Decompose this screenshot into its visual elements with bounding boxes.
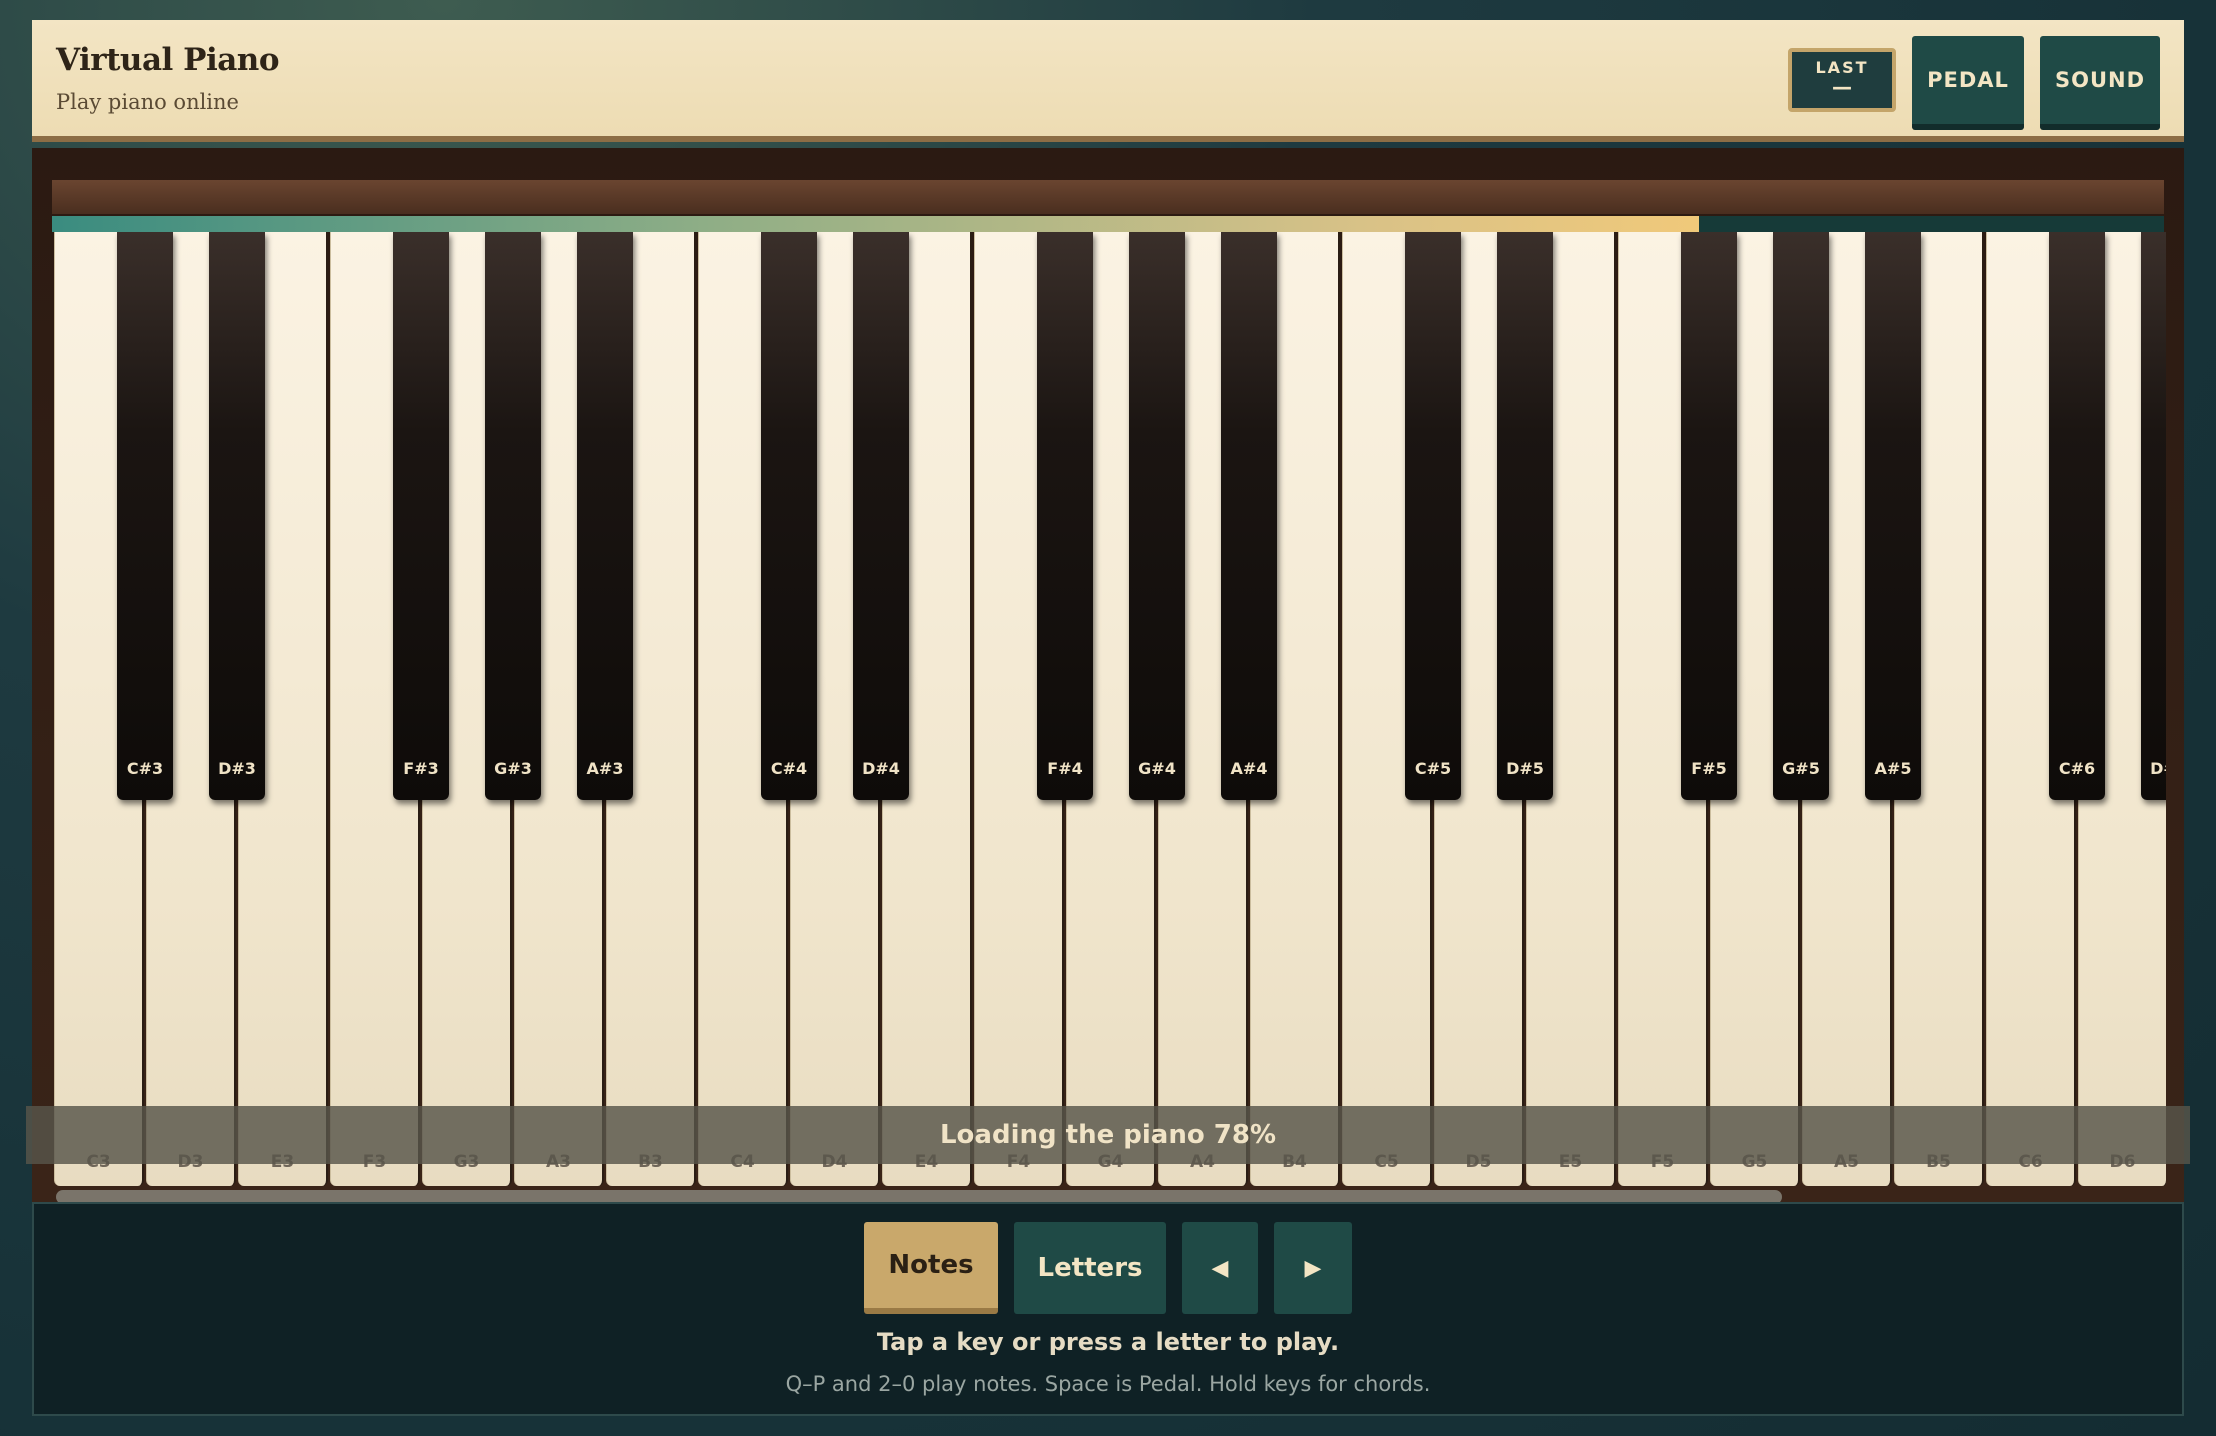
black-key-f-sharp5[interactable]: F#5 — [1681, 232, 1737, 800]
piano-keyboard: C3D3E3F3G3A3B3C4D4E4F4G4A4B4C5D5E5F5G5A5… — [54, 232, 2166, 1186]
black-key-a-sharp3[interactable]: A#3 — [577, 232, 633, 800]
sound-button[interactable]: SOUND — [2040, 36, 2160, 130]
next-octave-button[interactable]: ▶ — [1274, 1222, 1352, 1314]
app-window: Virtual Piano Play piano online LAST — P… — [26, 20, 2190, 1416]
black-key-label: G#4 — [1138, 759, 1176, 778]
black-key-f-sharp4[interactable]: F#4 — [1037, 232, 1093, 800]
black-key-label: C#3 — [126, 759, 164, 778]
chevron-left-icon: ◀ — [1211, 1255, 1229, 1281]
black-key-label: D#3 — [218, 759, 256, 778]
black-key-g-sharp3[interactable]: G#3 — [485, 232, 541, 800]
black-key-f-sharp3[interactable]: F#3 — [393, 232, 449, 800]
piano-rail — [52, 180, 2164, 214]
black-key-label: A#5 — [1874, 759, 1912, 778]
chevron-right-icon: ▶ — [1304, 1255, 1322, 1281]
black-key-label: F#4 — [1047, 759, 1083, 778]
page-subtitle: Play piano online — [56, 90, 239, 114]
black-key-label: G#5 — [1782, 759, 1820, 778]
black-key-d-sharp6[interactable]: D#6 — [2141, 232, 2166, 800]
black-key-label: F#3 — [403, 759, 439, 778]
piano-case: C3D3E3F3G3A3B3C4D4E4F4G4A4B4C5D5E5F5G5A5… — [26, 148, 2190, 1206]
black-key-a-sharp4[interactable]: A#4 — [1221, 232, 1277, 800]
previous-octave-button[interactable]: ◀ — [1182, 1222, 1258, 1314]
controls-panel: Notes Letters ◀ ▶ Tap a key or press a l… — [32, 1202, 2184, 1416]
black-key-label: D#6 — [2150, 759, 2166, 778]
black-key-label: C#4 — [770, 759, 808, 778]
header: Virtual Piano Play piano online LAST — P… — [32, 20, 2184, 142]
black-key-label: C#5 — [1414, 759, 1452, 778]
black-key-d-sharp5[interactable]: D#5 — [1497, 232, 1553, 800]
black-key-d-sharp3[interactable]: D#3 — [209, 232, 265, 800]
black-key-label: A#3 — [586, 759, 624, 778]
black-key-d-sharp4[interactable]: D#4 — [853, 232, 909, 800]
last-note-display[interactable]: LAST — — [1788, 48, 1896, 112]
black-key-c-sharp3[interactable]: C#3 — [117, 232, 173, 800]
black-key-a-sharp5[interactable]: A#5 — [1865, 232, 1921, 800]
black-key-c-sharp6[interactable]: C#6 — [2049, 232, 2105, 800]
last-note-value: — — [1832, 75, 1852, 99]
black-key-label: F#5 — [1691, 759, 1727, 778]
letters-mode-button[interactable]: Letters — [1014, 1222, 1166, 1314]
keyboard-shortcuts-hint: Q–P and 2–0 play notes. Space is Pedal. … — [785, 1372, 1431, 1396]
loading-text: Loading the piano 78% — [939, 1120, 1277, 1150]
sound-progress-track — [52, 216, 2164, 232]
notes-mode-button[interactable]: Notes — [864, 1222, 998, 1314]
play-hint: Tap a key or press a letter to play. — [876, 1328, 1340, 1356]
black-key-label: A#4 — [1230, 759, 1268, 778]
black-key-label: D#5 — [1506, 759, 1544, 778]
black-key-label: C#6 — [2058, 759, 2096, 778]
page-title: Virtual Piano — [56, 42, 280, 78]
black-key-g-sharp4[interactable]: G#4 — [1129, 232, 1185, 800]
black-key-c-sharp4[interactable]: C#4 — [761, 232, 817, 800]
sound-progress-fill — [52, 216, 1700, 232]
pedal-button[interactable]: PEDAL — [1912, 36, 2024, 130]
black-key-c-sharp5[interactable]: C#5 — [1405, 232, 1461, 800]
black-key-label: G#3 — [494, 759, 532, 778]
black-key-g-sharp5[interactable]: G#5 — [1773, 232, 1829, 800]
black-key-label: D#4 — [862, 759, 900, 778]
